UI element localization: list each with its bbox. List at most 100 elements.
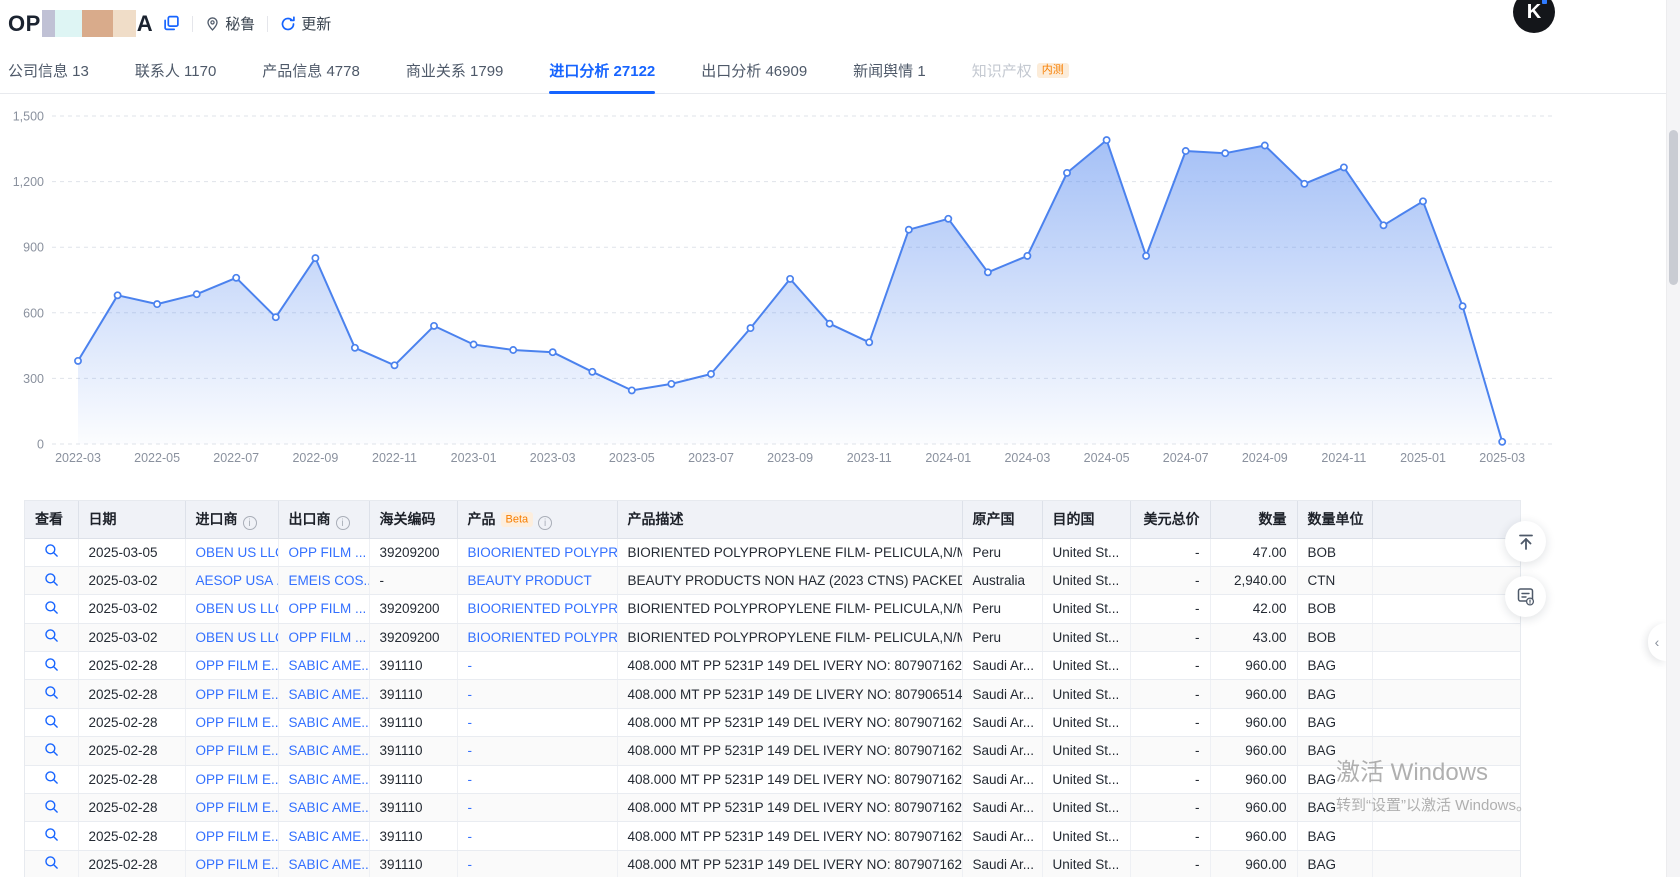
refresh-button[interactable]: 更新 bbox=[280, 13, 331, 34]
unit-cell: BAG bbox=[1297, 652, 1372, 680]
feedback-icon bbox=[1515, 586, 1536, 607]
view-detail-icon[interactable] bbox=[44, 600, 59, 615]
product-cell: - bbox=[457, 652, 617, 680]
exporter-link[interactable]: EMEIS COS... bbox=[289, 573, 370, 588]
product-link[interactable]: - bbox=[468, 658, 473, 673]
view-detail-icon[interactable] bbox=[44, 685, 59, 700]
tab-产品信息[interactable]: 产品信息 4778 bbox=[262, 47, 360, 94]
info-icon[interactable]: i bbox=[336, 516, 350, 530]
product-link[interactable]: BIOORIENTED POLYPR... bbox=[468, 630, 618, 645]
importer-link[interactable]: OBEN US LLC bbox=[196, 601, 279, 616]
view-detail-icon[interactable] bbox=[44, 628, 59, 643]
view-detail-icon[interactable] bbox=[44, 572, 59, 587]
tab-商业关系[interactable]: 商业关系 1799 bbox=[406, 47, 504, 94]
table-row[interactable]: 2025-03-05OBEN US LLCOPP FILM ...3920920… bbox=[25, 538, 1520, 566]
view-detail-icon[interactable] bbox=[44, 657, 59, 672]
view-detail-icon[interactable] bbox=[44, 714, 59, 729]
product-link[interactable]: - bbox=[468, 772, 473, 787]
page-scrollbar[interactable] bbox=[1666, 0, 1680, 877]
view-detail-icon[interactable] bbox=[44, 742, 59, 757]
view-detail-icon[interactable] bbox=[44, 855, 59, 870]
tab-知识产权[interactable]: 知识产权内测 bbox=[972, 47, 1069, 94]
collapse-panel-arrow[interactable]: ‹ bbox=[1648, 623, 1666, 661]
view-detail-icon[interactable] bbox=[44, 770, 59, 785]
feedback-button[interactable] bbox=[1505, 576, 1546, 617]
exporter-link[interactable]: SABIC AME... bbox=[289, 743, 370, 758]
tab-公司信息[interactable]: 公司信息 13 bbox=[8, 47, 89, 94]
importer-link[interactable]: OBEN US LLC bbox=[196, 545, 279, 560]
tab-新闻舆情[interactable]: 新闻舆情 1 bbox=[853, 47, 926, 94]
product-link[interactable]: - bbox=[468, 829, 473, 844]
exporter-link[interactable]: OPP FILM ... bbox=[289, 630, 367, 645]
empty-cell bbox=[1372, 794, 1520, 822]
table-row[interactable]: 2025-02-28OPP FILM E...SABIC AME...39111… bbox=[25, 652, 1520, 680]
exporter-link[interactable]: OPP FILM ... bbox=[289, 545, 367, 560]
info-icon[interactable]: i bbox=[243, 516, 257, 530]
x-axis-tick-label: 2022-11 bbox=[372, 451, 417, 465]
tab-出口分析[interactable]: 出口分析 46909 bbox=[701, 47, 807, 94]
importer-link[interactable]: AESOP USA ... bbox=[196, 573, 279, 588]
table-row[interactable]: 2025-03-02OBEN US LLCOPP FILM ...3920920… bbox=[25, 595, 1520, 623]
tab-进口分析[interactable]: 进口分析 27122 bbox=[549, 47, 655, 94]
x-axis-tick-label: 2024-09 bbox=[1242, 451, 1288, 465]
tab-label: 新闻舆情 1 bbox=[853, 60, 926, 81]
exporter-link[interactable]: OPP FILM ... bbox=[289, 601, 367, 616]
table-row[interactable]: 2025-02-28OPP FILM E...SABIC AME...39111… bbox=[25, 680, 1520, 708]
tab-label: 公司信息 13 bbox=[8, 60, 89, 81]
product-cell: - bbox=[457, 737, 617, 765]
view-cell bbox=[25, 680, 78, 708]
table-row[interactable]: 2025-03-02OBEN US LLCOPP FILM ...3920920… bbox=[25, 623, 1520, 651]
importer-link[interactable]: OPP FILM E... bbox=[196, 658, 279, 673]
exporter-link[interactable]: SABIC AME... bbox=[289, 829, 370, 844]
view-detail-icon[interactable] bbox=[44, 543, 59, 558]
product-link[interactable]: - bbox=[468, 743, 473, 758]
view-detail-icon[interactable] bbox=[44, 799, 59, 814]
product-link[interactable]: - bbox=[468, 687, 473, 702]
importer-link[interactable]: OBEN US LLC bbox=[196, 630, 279, 645]
x-axis-tick-label: 2023-03 bbox=[530, 451, 576, 465]
column-header-日期: 日期 bbox=[78, 501, 185, 538]
info-icon[interactable]: i bbox=[538, 516, 552, 530]
x-axis-tick-label: 2023-11 bbox=[847, 451, 892, 465]
back-to-top-button[interactable] bbox=[1505, 521, 1546, 562]
importer-link[interactable]: OPP FILM E... bbox=[196, 829, 279, 844]
hs-code-cell: 391110 bbox=[369, 794, 457, 822]
copy-icon[interactable] bbox=[163, 15, 180, 32]
tab-label: 产品信息 4778 bbox=[262, 60, 360, 81]
brand-logo-dot bbox=[1542, 0, 1547, 4]
exporter-link[interactable]: SABIC AME... bbox=[289, 800, 370, 815]
exporter-link[interactable]: SABIC AME... bbox=[289, 715, 370, 730]
unit-cell: BAG bbox=[1297, 765, 1372, 793]
product-link[interactable]: BEAUTY PRODUCT bbox=[468, 573, 592, 588]
chart-canvas[interactable]: 03006009001,2001,5002022-032022-052022-0… bbox=[0, 95, 1556, 477]
location-button[interactable]: 秘鲁 bbox=[205, 13, 255, 34]
table-row[interactable]: 2025-02-28OPP FILM E...SABIC AME...39111… bbox=[25, 822, 1520, 850]
table-row[interactable]: 2025-03-02AESOP USA ...EMEIS COS...-BEAU… bbox=[25, 566, 1520, 594]
product-link[interactable]: - bbox=[468, 857, 473, 872]
product-link[interactable]: BIOORIENTED POLYPR... bbox=[468, 601, 618, 616]
unit-cell: BAG bbox=[1297, 680, 1372, 708]
product-link[interactable]: - bbox=[468, 800, 473, 815]
table-row[interactable]: 2025-02-28OPP FILM E...SABIC AME...39111… bbox=[25, 765, 1520, 793]
exporter-link[interactable]: SABIC AME... bbox=[289, 857, 370, 872]
table-row[interactable]: 2025-02-28OPP FILM E...SABIC AME...39111… bbox=[25, 737, 1520, 765]
importer-link[interactable]: OPP FILM E... bbox=[196, 743, 279, 758]
top-bar: OP A 秘鲁 更新 bbox=[0, 0, 1680, 47]
table-row[interactable]: 2025-02-28OPP FILM E...SABIC AME...39111… bbox=[25, 708, 1520, 736]
origin-country-cell: Australia bbox=[962, 566, 1042, 594]
exporter-link[interactable]: SABIC AME... bbox=[289, 687, 370, 702]
table-row[interactable]: 2025-02-28OPP FILM E...SABIC AME...39111… bbox=[25, 850, 1520, 877]
importer-link[interactable]: OPP FILM E... bbox=[196, 800, 279, 815]
importer-link[interactable]: OPP FILM E... bbox=[196, 857, 279, 872]
table-row[interactable]: 2025-02-28OPP FILM E...SABIC AME...39111… bbox=[25, 794, 1520, 822]
product-link[interactable]: - bbox=[468, 715, 473, 730]
importer-link[interactable]: OPP FILM E... bbox=[196, 715, 279, 730]
importer-link[interactable]: OPP FILM E... bbox=[196, 772, 279, 787]
importer-link[interactable]: OPP FILM E... bbox=[196, 687, 279, 702]
scrollbar-thumb[interactable] bbox=[1669, 130, 1678, 285]
product-link[interactable]: BIOORIENTED POLYPR... bbox=[468, 545, 618, 560]
exporter-link[interactable]: SABIC AME... bbox=[289, 658, 370, 673]
view-detail-icon[interactable] bbox=[44, 827, 59, 842]
exporter-link[interactable]: SABIC AME... bbox=[289, 772, 370, 787]
tab-联系人[interactable]: 联系人 1170 bbox=[135, 47, 216, 94]
